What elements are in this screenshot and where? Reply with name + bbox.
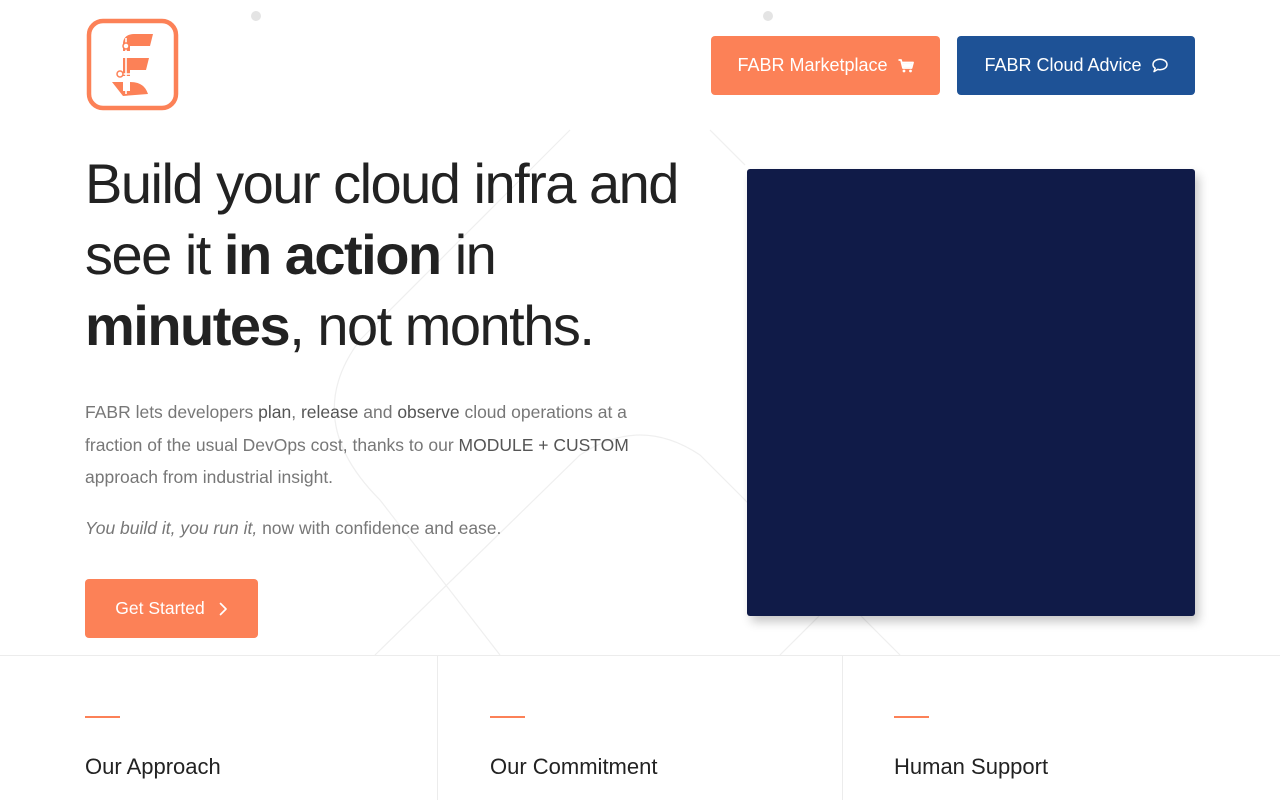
feature-accent-line bbox=[490, 716, 525, 718]
feature-accent-line bbox=[85, 716, 120, 718]
feature-title: Our Approach bbox=[85, 754, 221, 779]
fabr-logo-icon bbox=[86, 18, 179, 111]
get-started-label: Get Started bbox=[115, 598, 205, 618]
fabr-marketplace-label: FABR Marketplace bbox=[737, 55, 888, 75]
fabr-cloud-advice-button[interactable]: FABR Cloud Advice bbox=[957, 36, 1195, 95]
headline-emphasis: in action bbox=[223, 223, 442, 286]
feature-title: Our Commitment bbox=[490, 754, 658, 779]
feature-our-commitment: Our Commitment bbox=[437, 656, 843, 800]
feature-title: Human Support bbox=[894, 754, 1049, 779]
get-started-button[interactable]: Get Started bbox=[85, 579, 258, 638]
features-section: Our Approach Our Commitment Human Suppor… bbox=[0, 655, 1280, 800]
fabr-logo[interactable] bbox=[86, 18, 179, 111]
hero-video-panel[interactable] bbox=[747, 169, 1195, 616]
feature-our-approach: Our Approach bbox=[0, 656, 437, 800]
description-text: approach from industrial insight. bbox=[85, 467, 334, 487]
chevron-right-icon bbox=[219, 602, 227, 615]
hero-headline: Build your cloud infra and see it in act… bbox=[85, 148, 705, 361]
description-emphasis: plan bbox=[258, 402, 292, 422]
hero-tagline: You build it, you run it, now with confi… bbox=[85, 512, 645, 544]
description-text: and bbox=[358, 402, 398, 422]
headline-text: in bbox=[440, 223, 497, 286]
description-emphasis: observe bbox=[397, 402, 460, 422]
description-emphasis: MODULE + CUSTOM bbox=[458, 434, 629, 455]
headline-text: , not months. bbox=[289, 294, 595, 357]
description-emphasis: release bbox=[300, 402, 359, 422]
landing-page: FABR Marketplace FABR Cloud Advice Build… bbox=[0, 0, 1280, 800]
decorative-dot bbox=[763, 11, 773, 21]
chat-bubble-icon bbox=[1151, 58, 1168, 73]
fabr-cloud-advice-label: FABR Cloud Advice bbox=[984, 55, 1142, 75]
hero-description: FABR lets developers plan, release and o… bbox=[85, 396, 645, 494]
feature-accent-line bbox=[894, 716, 929, 718]
feature-human-support: Human Support bbox=[842, 656, 1280, 800]
tagline-text: now with confidence and ease. bbox=[257, 518, 502, 538]
headline-emphasis: minutes bbox=[85, 294, 291, 357]
fabr-marketplace-button[interactable]: FABR Marketplace bbox=[711, 36, 940, 95]
cart-icon bbox=[898, 58, 914, 72]
decorative-dot bbox=[251, 11, 261, 21]
tagline-italic: You build it, you run it, bbox=[85, 518, 258, 538]
description-text: FABR lets developers bbox=[85, 402, 259, 422]
description-text: , bbox=[291, 402, 301, 422]
